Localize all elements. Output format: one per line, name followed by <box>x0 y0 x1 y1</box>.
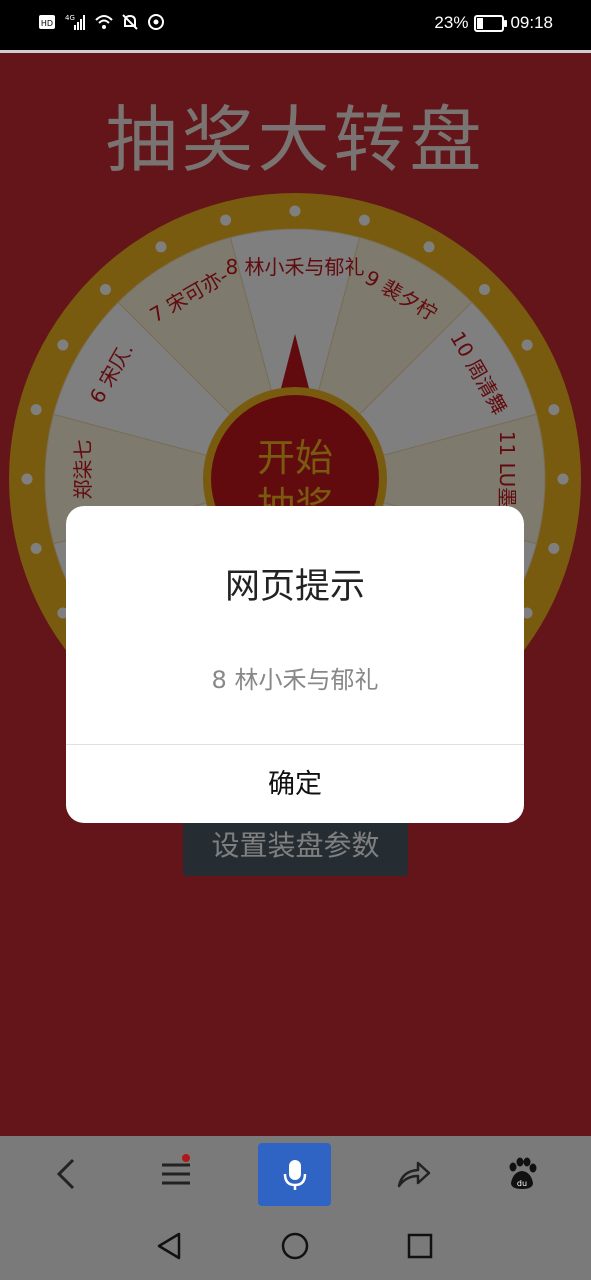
svg-text:HD: HD <box>41 19 53 28</box>
dialog-title: 网页提示 <box>224 567 365 607</box>
battery-icon <box>474 14 508 32</box>
baidu-paw-icon[interactable]: du <box>492 1144 552 1204</box>
back-icon[interactable] <box>36 1144 96 1204</box>
nav-recents-icon[interactable] <box>398 1224 442 1268</box>
alert-dialog: 网页提示 8 林小禾与郁礼 确定 <box>66 506 524 823</box>
voice-search-icon[interactable] <box>258 1143 331 1206</box>
menu-icon[interactable] <box>146 1144 206 1204</box>
dialog-message: 8 林小禾与郁礼 <box>211 666 379 694</box>
mute-bell-icon <box>122 14 138 30</box>
notification-dot <box>182 1154 190 1162</box>
battery-percent: 23% <box>434 13 469 32</box>
status-bar: HD 4G 23% 09:18 <box>0 0 591 50</box>
status-icons-left: HD 4G <box>38 12 166 32</box>
svg-text:4G: 4G <box>65 14 75 22</box>
confirm-button[interactable]: 确定 <box>66 745 524 823</box>
clock: 09:18 <box>510 13 553 32</box>
hd-icon: HD <box>39 15 55 29</box>
browser-toolbar: du <box>0 1136 591 1212</box>
system-nav-bar <box>0 1212 591 1280</box>
svg-text:du: du <box>517 1179 527 1188</box>
nav-back-icon[interactable] <box>147 1224 191 1268</box>
status-icons-right: 23% 09:18 <box>434 13 553 33</box>
share-icon[interactable] <box>384 1144 444 1204</box>
signal-4g-icon: 4G <box>65 14 85 30</box>
sync-icon <box>148 14 164 30</box>
wifi-icon <box>95 15 113 29</box>
nav-home-icon[interactable] <box>273 1224 317 1268</box>
